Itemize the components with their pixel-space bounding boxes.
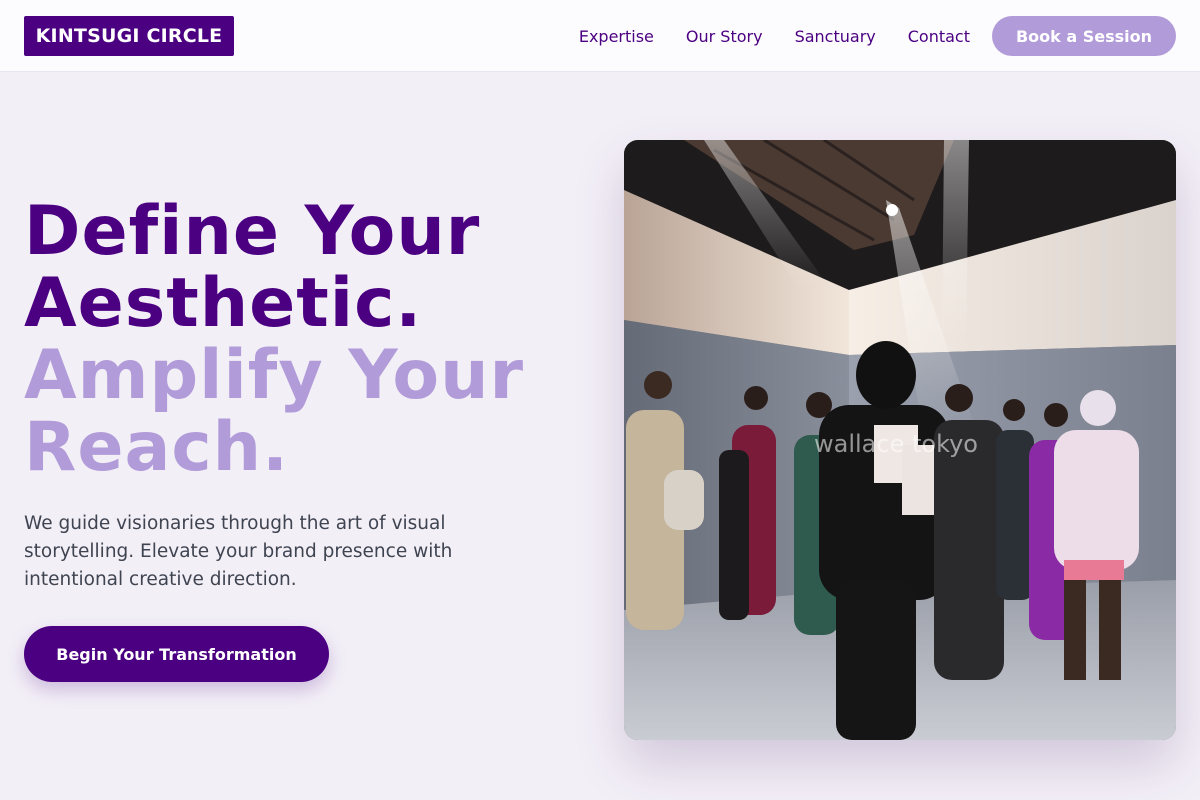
begin-transformation-button[interactable]: Begin Your Transformation	[24, 626, 329, 682]
headline-line-3: Amplify Your	[24, 336, 525, 415]
hero-description: We guide visionaries through the art of …	[24, 513, 453, 590]
headline-line-1: Define Your	[24, 192, 481, 271]
site-header: KINTSUGI CIRCLE Expertise Our Story Sanc…	[0, 0, 1200, 72]
nav-link-our-story[interactable]: Our Story	[686, 27, 763, 46]
main-nav: Expertise Our Story Sanctuary Contact	[579, 0, 970, 72]
nav-link-contact[interactable]: Contact	[908, 27, 970, 46]
nav-link-sanctuary[interactable]: Sanctuary	[795, 27, 876, 46]
photo-watermark: wallace tokyo	[814, 430, 978, 458]
headline-line-2: Aesthetic.	[24, 264, 423, 343]
fashion-showroom-image: wallace tokyo	[624, 140, 1176, 740]
book-session-button[interactable]: Book a Session	[992, 16, 1176, 56]
headline-line-4: Reach.	[24, 408, 289, 487]
brand-logo[interactable]: KINTSUGI CIRCLE	[24, 16, 234, 56]
nav-link-expertise[interactable]: Expertise	[579, 27, 654, 46]
hero-photo: wallace tokyo	[624, 140, 1176, 740]
hero-headline: Define Your Aesthetic. Amplify Your Reac…	[24, 196, 604, 484]
